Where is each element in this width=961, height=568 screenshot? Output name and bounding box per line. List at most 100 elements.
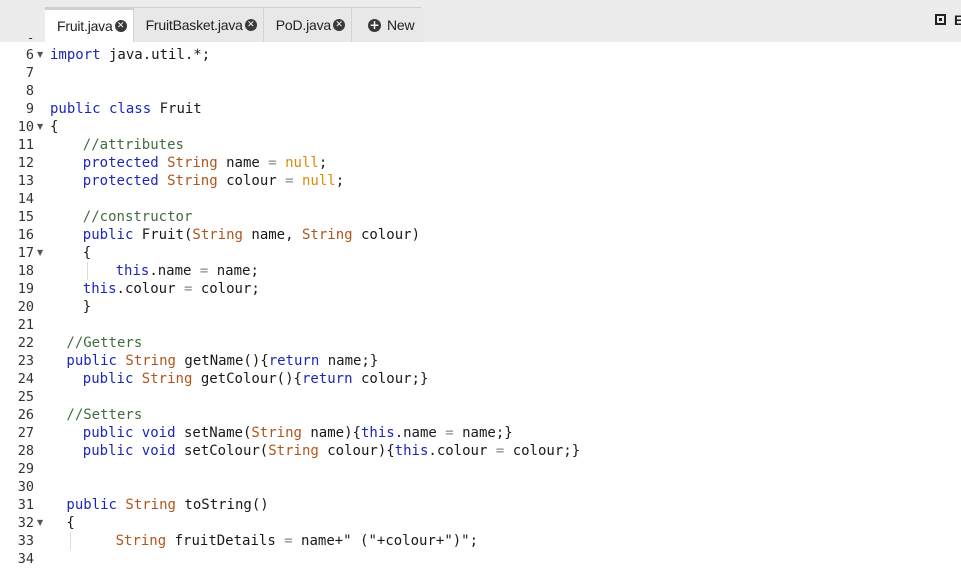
maximize-icon[interactable] bbox=[935, 14, 946, 25]
code-line[interactable]: 23 public String getName(){return name;} bbox=[0, 352, 961, 370]
code-token: String bbox=[116, 353, 176, 369]
code-line[interactable]: 12 protected String name = null; bbox=[0, 154, 961, 172]
line-number: 25 bbox=[17, 389, 34, 405]
tab-label: FruitBasket.java bbox=[145, 17, 243, 33]
line-number: 33 bbox=[17, 533, 34, 549]
code-line[interactable]: 32 ▼ { bbox=[0, 514, 961, 532]
code-token: import bbox=[50, 47, 101, 63]
code-line[interactable]: 11 //attributes bbox=[0, 136, 961, 154]
fold-toggle-icon[interactable]: ▼ bbox=[37, 244, 43, 262]
code-line[interactable]: 8 bbox=[0, 82, 961, 100]
code-token: public bbox=[66, 497, 117, 513]
code-line[interactable]: 20} bbox=[0, 298, 961, 316]
code-token: java.util.*; bbox=[100, 47, 211, 63]
line-number: 9 bbox=[25, 101, 34, 117]
tab-label: PoD.java bbox=[275, 17, 331, 33]
code-line[interactable]: 28 public void setColour(String colour){t… bbox=[0, 442, 961, 460]
new-tab-button[interactable]: + New bbox=[351, 8, 425, 42]
fold-toggle-icon[interactable]: ▼ bbox=[37, 46, 43, 64]
code-token: this bbox=[82, 281, 117, 297]
code-line[interactable]: 18 this.name = name; bbox=[0, 262, 961, 280]
code-text: protected String name = null; bbox=[83, 154, 327, 172]
code-token: colour) bbox=[352, 227, 420, 243]
code-line[interactable]: 29 bbox=[0, 460, 961, 478]
code-line[interactable]: 34 bbox=[0, 550, 961, 568]
fold-toggle-icon[interactable]: ▼ bbox=[37, 514, 43, 532]
plus-icon: + bbox=[367, 17, 381, 32]
line-number: 30 bbox=[17, 479, 34, 495]
code-line[interactable]: 15 //constructor bbox=[0, 208, 961, 226]
code-token: null bbox=[293, 173, 336, 189]
code-token: name){ bbox=[301, 425, 361, 441]
code-text: String fruitDetails = name+" ("+colour+"… bbox=[116, 532, 478, 550]
tab-fruit-java[interactable]: Fruit.java ✕ bbox=[45, 8, 134, 42]
code-token: fruitDetails bbox=[166, 533, 276, 549]
code-line[interactable]: 31 public String toString() bbox=[0, 496, 961, 514]
line-number: 8 bbox=[25, 83, 34, 99]
code-line[interactable]: 17 ▼ { bbox=[0, 244, 961, 262]
line-number: 23 bbox=[17, 353, 34, 369]
code-token: getColour(){ bbox=[192, 371, 302, 387]
code-line[interactable]: 6 ▼ import java.util.*; bbox=[0, 46, 961, 64]
code-token: public bbox=[82, 371, 134, 387]
code-text: public void setColour(String colour){thi… bbox=[83, 442, 580, 460]
code-token: name+" ("+colour+")"; bbox=[292, 533, 479, 549]
code-text: public void setName(String name){this.na… bbox=[83, 424, 513, 442]
code-token: toString() bbox=[175, 497, 269, 513]
code-text: this.colour = colour; bbox=[83, 280, 260, 298]
code-token: { bbox=[82, 245, 92, 261]
code-token: Fruit( bbox=[133, 227, 193, 243]
code-token: { bbox=[50, 119, 59, 135]
code-token: protected bbox=[82, 155, 159, 171]
line-number: 27 bbox=[17, 425, 34, 441]
code-token: String bbox=[158, 173, 218, 189]
line-number: 26 bbox=[17, 407, 34, 423]
line-number: 28 bbox=[17, 443, 34, 459]
code-line[interactable]: 27 public void setName(String name){this.… bbox=[0, 424, 961, 442]
code-line[interactable]: 7 bbox=[0, 64, 961, 82]
code-text: protected String colour = null; bbox=[83, 172, 344, 190]
code-line[interactable]: 25 bbox=[0, 388, 961, 406]
line-number: 24 bbox=[17, 371, 34, 387]
code-line[interactable]: 22 //Getters bbox=[0, 334, 961, 352]
close-icon[interactable]: ✕ bbox=[332, 19, 345, 31]
code-text: { bbox=[83, 244, 91, 262]
code-line[interactable]: 19 this.colour = colour; bbox=[0, 280, 961, 298]
editor-tabs: Fruit.java ✕ FruitBasket.java ✕ PoD.java… bbox=[45, 8, 425, 42]
line-number: 21 bbox=[17, 317, 34, 333]
code-line[interactable]: 21 bbox=[0, 316, 961, 334]
code-line[interactable]: 10 ▼ { bbox=[0, 118, 961, 136]
code-line[interactable]: 14 bbox=[0, 190, 961, 208]
code-token: .name bbox=[394, 425, 437, 441]
code-token: ; bbox=[318, 155, 328, 171]
code-token: String bbox=[192, 227, 243, 243]
tab-pod-java[interactable]: PoD.java ✕ bbox=[263, 8, 352, 42]
code-line[interactable]: 26 //Setters bbox=[0, 406, 961, 424]
code-token: name, bbox=[242, 227, 294, 243]
code-text: this.name = name; bbox=[116, 262, 259, 280]
tab-fruitbasket-java[interactable]: FruitBasket.java ✕ bbox=[133, 8, 264, 42]
code-token: = bbox=[175, 281, 193, 297]
close-icon[interactable]: ✕ bbox=[114, 20, 127, 32]
code-token: //Getters bbox=[66, 335, 143, 351]
code-token: public bbox=[82, 227, 134, 243]
code-line[interactable]: 16 public Fruit(String name, String colou… bbox=[0, 226, 961, 244]
code-line[interactable]: 24 public String getColour(){return colou… bbox=[0, 370, 961, 388]
code-token: String bbox=[116, 497, 176, 513]
code-token: = bbox=[276, 173, 294, 189]
code-text: public String getColour(){return colour;… bbox=[83, 370, 429, 388]
code-line[interactable]: 13 protected String colour = null; bbox=[0, 172, 961, 190]
line-number: 31 bbox=[17, 497, 34, 513]
code-token: public void bbox=[82, 425, 176, 441]
code-token: Fruit bbox=[151, 101, 202, 117]
code-line[interactable]: 9 public class Fruit bbox=[0, 100, 961, 118]
code-token: String bbox=[268, 443, 319, 459]
line-number: 32 bbox=[17, 515, 34, 531]
fold-toggle-icon[interactable]: ▼ bbox=[37, 118, 43, 136]
code-line[interactable]: 33 String fruitDetails = name+" ("+colour… bbox=[0, 532, 961, 550]
code-token: String bbox=[251, 425, 302, 441]
line-number: 7 bbox=[25, 65, 34, 81]
code-line[interactable]: 30 bbox=[0, 478, 961, 496]
close-icon[interactable]: ✕ bbox=[244, 19, 257, 31]
code-token: String bbox=[133, 371, 193, 387]
